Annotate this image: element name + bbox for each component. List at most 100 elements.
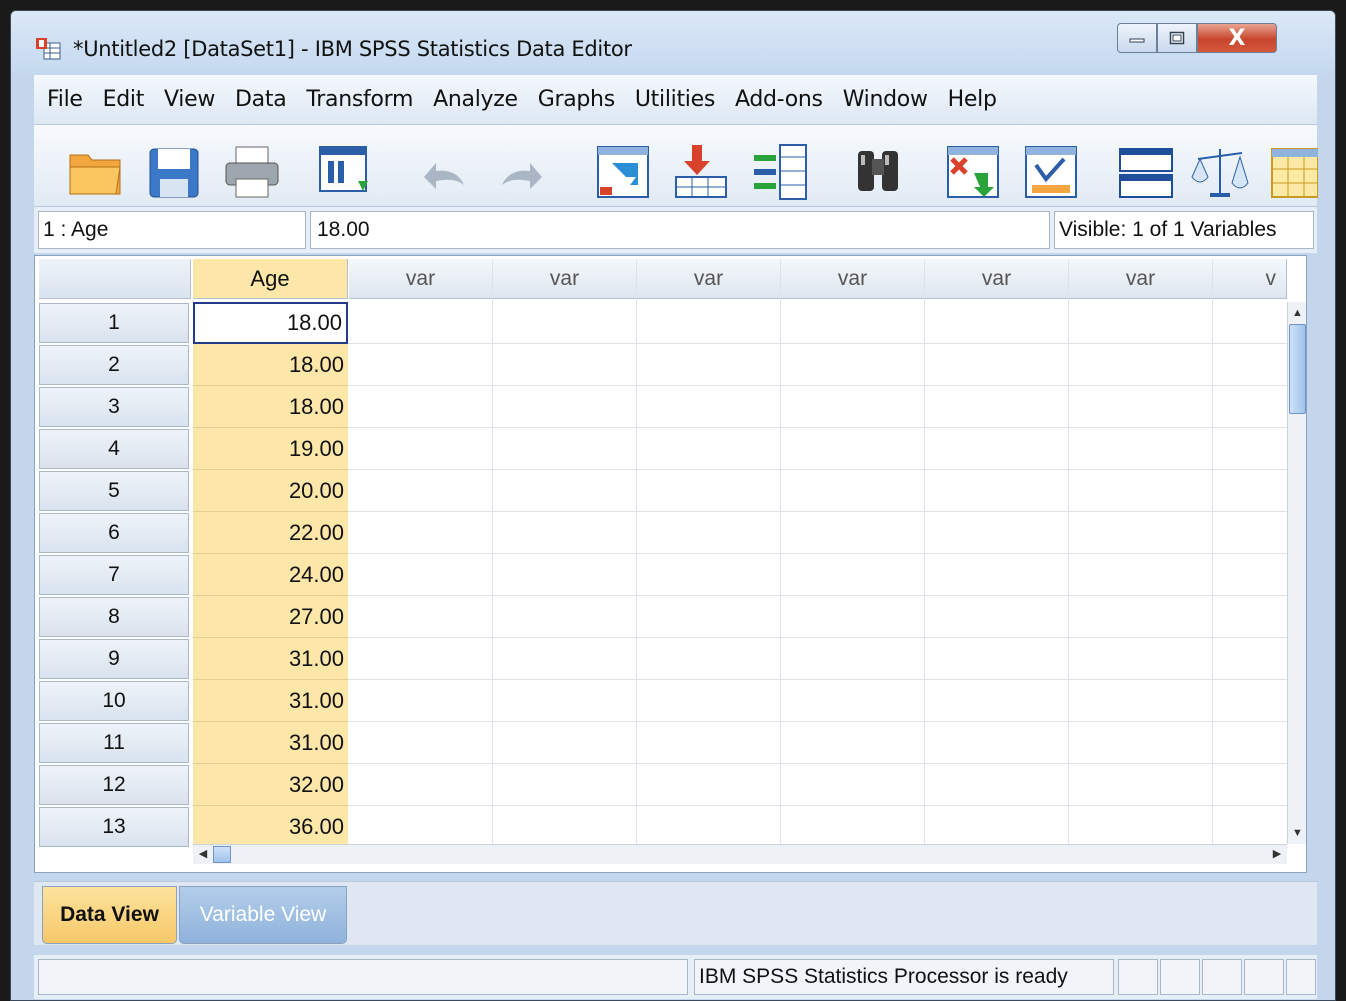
column-header-var[interactable]: var [1069,259,1213,299]
find-icon[interactable] [852,143,908,201]
minimize-button[interactable] [1117,23,1157,53]
column-header-var[interactable]: var [637,259,781,299]
column-header-var[interactable]: v [1213,259,1287,299]
age-cell[interactable]: 31.00 [193,638,348,680]
status-panel [1160,959,1200,995]
menu-analyze[interactable]: Analyze [433,87,518,112]
row-header[interactable]: 6 [39,513,189,553]
row-header[interactable]: 4 [39,429,189,469]
menu-transform[interactable]: Transform [306,87,413,112]
grid-line [348,637,1288,638]
grid-line [348,553,1288,554]
maximize-icon [1169,31,1185,45]
status-panel [1202,959,1242,995]
visible-variables-count: Visible: 1 of 1 Variables [1054,211,1314,249]
row-header[interactable]: 3 [39,387,189,427]
grid-line [1068,259,1069,844]
age-cell[interactable]: 18.00 [193,302,348,344]
menu-file[interactable]: File [47,87,83,112]
pane-splitter[interactable] [34,873,1317,881]
row-header[interactable]: 8 [39,597,189,637]
vertical-scrollbar[interactable]: ▲ ▼ [1287,302,1306,844]
horizontal-scroll-thumb[interactable] [213,846,231,863]
grid-corner[interactable] [39,259,191,299]
tab-variable-view[interactable]: Variable View [179,886,347,944]
scroll-right-icon[interactable]: ▶ [1268,846,1286,863]
age-cell[interactable]: 31.00 [193,680,348,722]
row-header[interactable]: 10 [39,681,189,721]
row-header[interactable]: 12 [39,765,189,805]
column-header-var[interactable]: var [925,259,1069,299]
undo-icon[interactable] [414,143,474,201]
row-header[interactable]: 7 [39,555,189,595]
tab-data-view[interactable]: Data View [42,886,177,944]
grid-line [780,259,781,844]
column-header-age[interactable]: Age [193,259,348,299]
age-cell[interactable]: 24.00 [193,554,348,596]
cell-reference: 1 : Age [38,211,306,249]
grid-line [348,679,1288,680]
scroll-left-icon[interactable]: ◀ [194,846,212,863]
column-header-var[interactable]: var [781,259,925,299]
row-header[interactable]: 9 [39,639,189,679]
menu-bar: File Edit View Data Transform Analyze Gr… [34,75,1317,125]
insert-cases-icon[interactable] [944,143,1004,201]
print-icon[interactable] [222,143,282,201]
variables-icon[interactable] [750,143,810,201]
age-cell[interactable]: 19.00 [193,428,348,470]
cell-value-editor[interactable]: 18.00 [310,211,1050,249]
menu-graphs[interactable]: Graphs [538,87,615,112]
grid-line [636,259,637,844]
status-panel [38,959,688,995]
data-grid: Age var var var var var var v 1 18.00 2 18.… [34,255,1307,873]
grid-line [348,511,1288,512]
select-cases-icon[interactable] [1268,143,1318,201]
redo-icon[interactable] [492,143,552,201]
scroll-down-icon[interactable]: ▼ [1289,824,1306,842]
age-cell[interactable]: 32.00 [193,764,348,806]
save-icon[interactable] [146,143,202,201]
vertical-scroll-thumb[interactable] [1289,324,1306,414]
close-button[interactable]: X [1197,23,1277,53]
dialog-recall-icon[interactable] [316,143,376,201]
row-header[interactable]: 1 [39,303,189,343]
horizontal-scrollbar[interactable]: ◀ ▶ [193,844,1287,864]
weight-cases-icon[interactable] [1190,143,1250,201]
age-cell[interactable]: 18.00 [193,344,348,386]
menu-addons[interactable]: Add-ons [735,87,823,112]
row-header[interactable]: 2 [39,345,189,385]
age-cell[interactable]: 36.00 [193,806,348,848]
column-header-var[interactable]: var [349,259,493,299]
menu-edit[interactable]: Edit [103,87,145,112]
grid-line [924,259,925,844]
menu-window[interactable]: Window [843,87,928,112]
column-header-var[interactable]: var [493,259,637,299]
minimize-icon [1129,38,1145,43]
goto-case-icon[interactable] [594,143,654,201]
insert-variable-icon[interactable] [1022,143,1082,201]
status-bar: IBM SPSS Statistics Processor is ready [34,955,1317,999]
menu-view[interactable]: View [164,87,215,112]
row-header[interactable]: 5 [39,471,189,511]
menu-help[interactable]: Help [948,87,997,112]
goto-variable-icon[interactable] [672,143,732,201]
status-message: IBM SPSS Statistics Processor is ready [694,959,1114,995]
age-cell[interactable]: 20.00 [193,470,348,512]
split-file-icon[interactable] [1116,143,1176,201]
row-header[interactable]: 13 [39,807,189,847]
grid-line [348,721,1288,722]
view-tabs: Data View Variable View [34,881,1317,945]
spss-data-editor-window: *Untitled2 [DataSet1] - IBM SPSS Statist… [10,10,1336,1001]
age-cell[interactable]: 18.00 [193,386,348,428]
row-header[interactable]: 11 [39,723,189,763]
maximize-button[interactable] [1157,23,1197,53]
age-cell[interactable]: 27.00 [193,596,348,638]
age-cell[interactable]: 31.00 [193,722,348,764]
menu-utilities[interactable]: Utilities [635,87,715,112]
open-folder-icon[interactable] [66,143,126,201]
menu-data[interactable]: Data [235,87,287,112]
grid-line [1212,259,1213,844]
status-panel [1118,959,1158,995]
scroll-up-icon[interactable]: ▲ [1289,304,1306,322]
age-cell[interactable]: 22.00 [193,512,348,554]
